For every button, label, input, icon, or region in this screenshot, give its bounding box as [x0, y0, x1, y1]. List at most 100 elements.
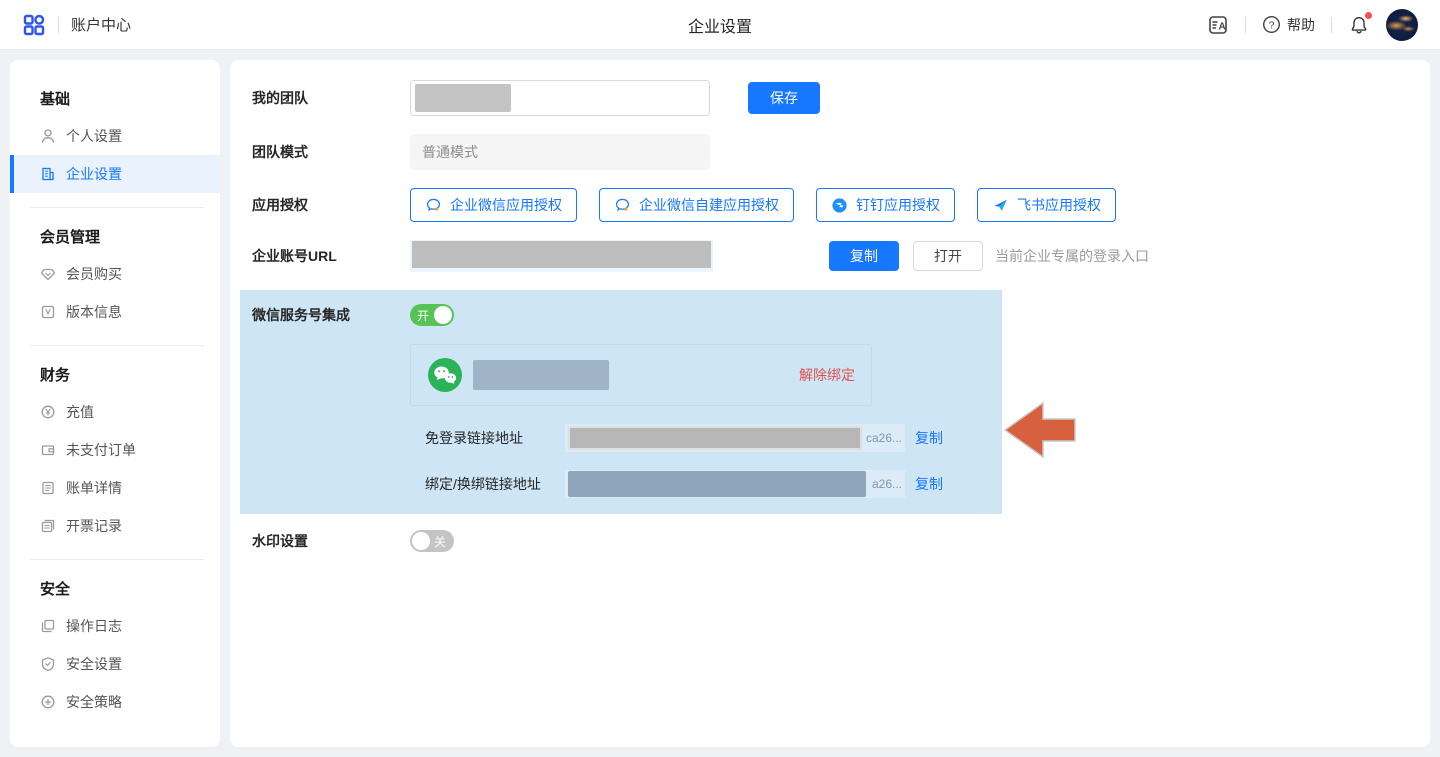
login-free-link-row: 免登录链接地址 ca26... 复制: [425, 424, 1002, 452]
annotation-arrow-icon: [1003, 400, 1077, 460]
sidebar-item-enterprise-settings[interactable]: 企业设置: [10, 155, 220, 193]
svg-text:A: A: [1219, 21, 1226, 32]
notification-bell-icon[interactable]: [1348, 14, 1370, 36]
question-circle-icon: ?: [1262, 15, 1281, 34]
header-right: A ? 帮助: [1207, 9, 1418, 41]
team-mode-field: 普通模式: [410, 134, 710, 170]
dingtalk-icon: [831, 197, 848, 214]
auth-button-label: 企业微信自建应用授权: [639, 195, 779, 215]
redacted-team-name: [415, 84, 511, 112]
sidebar-item-label: 安全设置: [66, 654, 122, 674]
sidebar-item-member-purchase[interactable]: 会员购买: [10, 255, 220, 293]
team-mode-label: 团队模式: [252, 142, 410, 162]
wechat-integration-section: 微信服务号集成 开 解除绑定 免登录链接地址: [240, 290, 1002, 514]
enterprise-url-label: 企业账号URL: [252, 246, 410, 266]
wechat-work-selfbuilt-auth-button[interactable]: 企业微信自建应用授权: [599, 188, 794, 222]
login-free-link-tail: ca26...: [866, 431, 902, 445]
sidebar-item-label: 个人设置: [66, 126, 122, 146]
feishu-icon: [992, 197, 1009, 214]
wechat-icon: [427, 357, 463, 393]
url-hint-text: 当前企业专属的登录入口: [995, 246, 1149, 266]
sidebar-item-label: 企业设置: [66, 164, 122, 184]
help-label: 帮助: [1287, 15, 1315, 35]
sidebar-section-membership: 会员管理: [40, 226, 220, 247]
sidebar-item-invoice-records[interactable]: 开票记录: [10, 507, 220, 545]
app-auth-label: 应用授权: [252, 195, 410, 215]
wechat-integration-label: 微信服务号集成: [252, 305, 410, 325]
yuan-circle-icon: [40, 404, 56, 420]
sidebar-item-security-settings[interactable]: 安全设置: [10, 645, 220, 683]
watermark-label: 水印设置: [252, 531, 410, 551]
sidebar-divider: [30, 207, 204, 208]
user-avatar[interactable]: [1386, 9, 1418, 41]
login-free-link-label: 免登录链接地址: [425, 428, 565, 448]
sidebar-item-version-info[interactable]: 版本信息: [10, 293, 220, 331]
apps-grid-logo-icon[interactable]: [22, 13, 46, 37]
watermark-toggle[interactable]: 关: [410, 530, 454, 552]
copy-login-free-link[interactable]: 复制: [915, 428, 943, 448]
sidebar-item-recharge[interactable]: 充值: [10, 393, 220, 431]
sidebar-item-label: 操作日志: [66, 616, 122, 636]
sidebar-divider: [30, 345, 204, 346]
my-team-label: 我的团队: [252, 88, 410, 108]
header-divider: [58, 17, 59, 33]
watermark-row: 水印设置 关: [252, 530, 1430, 552]
sidebar-item-label: 充值: [66, 402, 94, 422]
copy-bind-link[interactable]: 复制: [915, 474, 943, 494]
bind-link-field: a26...: [565, 470, 905, 498]
feishu-auth-button[interactable]: 飞书应用授权: [977, 188, 1116, 222]
sidebar-divider: [30, 559, 204, 560]
sidebar-item-operation-logs[interactable]: 操作日志: [10, 607, 220, 645]
sidebar-item-personal-settings[interactable]: 个人设置: [10, 117, 220, 155]
shield-check-icon: [40, 656, 56, 672]
sidebar-item-unpaid-orders[interactable]: 未支付订单: [10, 431, 220, 469]
wechat-integration-toggle[interactable]: 开: [410, 304, 454, 326]
enterprise-url-row: 企业账号URL 复制 打开 当前企业专属的登录入口: [252, 240, 1430, 272]
sidebar-item-security-policy[interactable]: 安全策略: [10, 683, 220, 721]
wechat-work-icon: [425, 197, 442, 214]
bind-link-label: 绑定/换绑链接地址: [425, 474, 565, 494]
login-free-link-field: ca26...: [565, 424, 905, 452]
sidebar-item-label: 开票记录: [66, 516, 122, 536]
dingtalk-auth-button[interactable]: 钉钉应用授权: [816, 188, 955, 222]
sidebar-section-security: 安全: [40, 578, 220, 599]
copy-url-button[interactable]: 复制: [829, 241, 899, 271]
my-team-row: 我的团队 保存: [252, 80, 1430, 116]
help-button[interactable]: ? 帮助: [1262, 15, 1315, 35]
version-icon: [40, 304, 56, 320]
user-icon: [40, 128, 56, 144]
wechat-work-auth-button[interactable]: 企业微信应用授权: [410, 188, 577, 222]
enterprise-url-field: [410, 240, 713, 272]
header-divider: [1331, 17, 1332, 33]
open-url-button[interactable]: 打开: [913, 241, 983, 271]
auth-button-label: 飞书应用授权: [1017, 195, 1101, 215]
wallet-icon: [40, 442, 56, 458]
gem-icon: [40, 266, 56, 282]
language-icon[interactable]: A: [1207, 14, 1229, 36]
building-icon: [40, 166, 56, 182]
sidebar-section-basic: 基础: [40, 88, 220, 109]
team-name-input[interactable]: [410, 80, 710, 116]
redacted-wechat-account-name: [473, 360, 609, 390]
sidebar-item-label: 账单详情: [66, 478, 122, 498]
sidebar-item-bill-details[interactable]: 账单详情: [10, 469, 220, 507]
invoice-icon: [40, 518, 56, 534]
unbind-link[interactable]: 解除绑定: [799, 365, 855, 385]
sidebar-section-finance: 财务: [40, 364, 220, 385]
team-mode-row: 团队模式 普通模式: [252, 134, 1430, 170]
bind-link-row: 绑定/换绑链接地址 a26... 复制: [425, 470, 1002, 498]
redacted-login-free-link: [568, 426, 862, 450]
save-button[interactable]: 保存: [748, 82, 820, 114]
toggle-knob: [412, 532, 430, 550]
bill-icon: [40, 480, 56, 496]
wechat-account-card: 解除绑定: [410, 344, 872, 406]
redacted-bind-link: [568, 471, 866, 497]
shield-plus-icon: [40, 694, 56, 710]
notification-dot: [1365, 12, 1372, 19]
redacted-enterprise-url: [412, 241, 711, 268]
bind-link-tail: a26...: [872, 477, 902, 491]
wechat-toggle-row: 微信服务号集成 开: [252, 304, 1002, 326]
app-title: 账户中心: [71, 14, 131, 35]
team-mode-value: 普通模式: [422, 142, 478, 162]
toggle-on-text: 开: [417, 307, 429, 324]
